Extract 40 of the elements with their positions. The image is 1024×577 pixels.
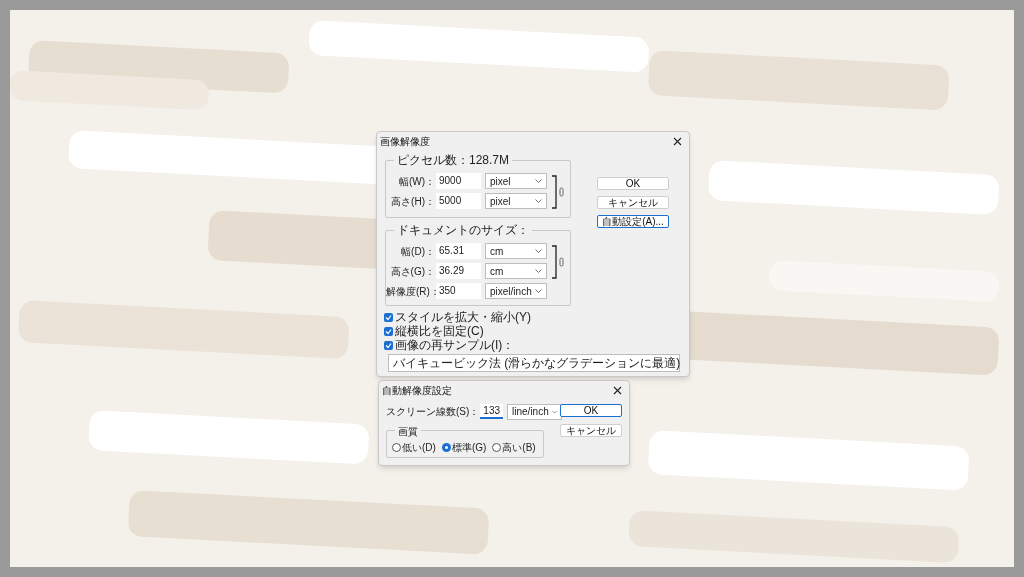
radio-label: 標準(G) bbox=[451, 440, 487, 455]
dropdown[interactable]: cm bbox=[485, 243, 547, 259]
radio-label: 低い(D) bbox=[402, 440, 436, 455]
dialog-button[interactable]: キャンセル bbox=[597, 196, 669, 209]
dropdown-value: line/inch bbox=[512, 405, 549, 419]
dialog-button[interactable]: OK bbox=[597, 177, 669, 190]
field-label: 高さ(H)： bbox=[390, 194, 435, 209]
dropdown[interactable]: cm bbox=[485, 263, 547, 279]
field-label: 解像度(R)： bbox=[386, 284, 435, 299]
field-label: スクリーン線数(S)： bbox=[386, 405, 480, 419]
checkbox-label: 画像の再サンプル(I)： bbox=[395, 337, 515, 354]
group-label: ドキュメントのサイズ： bbox=[394, 222, 532, 238]
radio-label: 高い(B) bbox=[502, 440, 536, 455]
checkbox-label: 縦横比を固定(C) bbox=[395, 323, 484, 338]
dropdown-value: cm bbox=[490, 264, 504, 279]
input-field[interactable]: 9000 bbox=[436, 173, 481, 189]
field-label: 幅(D)： bbox=[400, 244, 435, 259]
dropdown[interactable]: pixel bbox=[485, 193, 547, 209]
input-field[interactable]: 65.31 bbox=[436, 243, 481, 259]
input-field[interactable]: 36.29 bbox=[436, 263, 481, 279]
field-label: 高さ(G)： bbox=[389, 264, 435, 279]
dropdown-value: pixel/inch bbox=[490, 284, 532, 299]
input-field[interactable]: 133 bbox=[480, 404, 504, 419]
dropdown-value: cm bbox=[490, 244, 504, 259]
dialog-button[interactable]: 自動設定(A)... bbox=[597, 215, 669, 228]
group-label: ピクセル数：128.7M bbox=[394, 152, 513, 168]
group-label: 画質 bbox=[395, 424, 421, 439]
input-field[interactable]: 5000 bbox=[436, 193, 481, 209]
dropdown-value: pixel bbox=[490, 194, 511, 209]
dialog-button[interactable]: OK bbox=[560, 404, 622, 417]
input-field[interactable]: 350 bbox=[436, 283, 481, 299]
checkbox-label: スタイルを拡大・縮小(Y) bbox=[395, 309, 531, 325]
dropdown[interactable]: line/inch bbox=[507, 403, 563, 420]
dropdown[interactable]: pixel bbox=[485, 173, 547, 189]
dropdown-value: pixel bbox=[490, 174, 511, 189]
dialog-button[interactable]: キャンセル bbox=[560, 424, 622, 437]
field-label: 幅(W)： bbox=[397, 174, 435, 189]
window-title: 画像解像度 bbox=[380, 134, 430, 149]
dropdown[interactable]: pixel/inch bbox=[485, 283, 547, 299]
window-title: 自動解像度設定 bbox=[382, 383, 452, 398]
